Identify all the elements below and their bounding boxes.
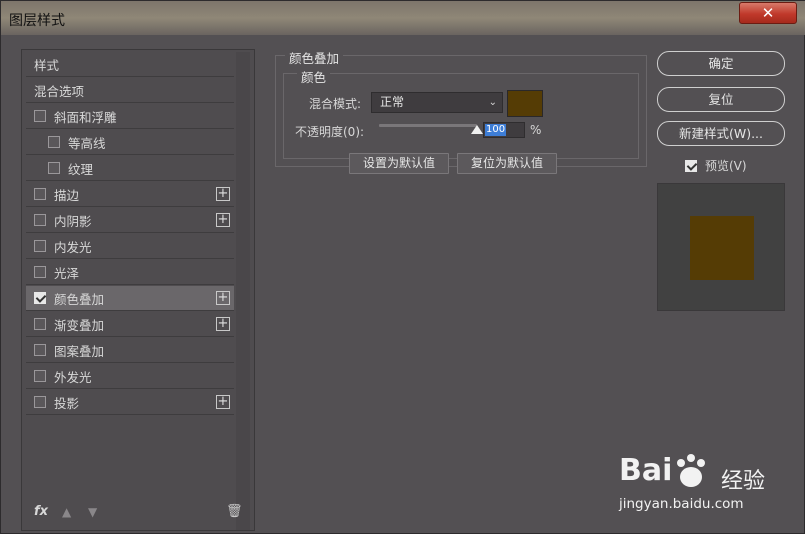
paw-icon (677, 454, 705, 487)
style-preview (657, 183, 785, 311)
window-title: 图层样式 (9, 13, 65, 29)
opacity-slider-thumb[interactable] (471, 125, 483, 134)
close-button[interactable]: ✕ (739, 2, 797, 24)
style-list: 样式混合选项斜面和浮雕等高线纹理描边 + 内阴影 + 内发光光泽颜色叠加 + 渐变叠加 + 图案… (21, 49, 255, 531)
watermark-url: jingyan.baidu.com (619, 496, 744, 512)
style-checkbox[interactable] (48, 136, 60, 148)
move-up-icon[interactable]: ▲ (62, 505, 71, 519)
opacity-unit: % (530, 123, 542, 137)
style-checkbox[interactable] (34, 266, 46, 278)
add-effect-icon[interactable]: + (216, 317, 230, 331)
style-list-item[interactable]: 斜面和浮雕 (26, 104, 234, 129)
style-list-item[interactable]: 等高线 (26, 130, 234, 155)
style-checkbox[interactable] (34, 292, 46, 304)
blend-mode-value: 正常 (380, 95, 405, 109)
fx-icon[interactable]: fx (34, 504, 48, 519)
style-list-item[interactable]: 纹理 (26, 156, 234, 181)
set-default-button[interactable]: 设置为默认值 (349, 153, 449, 174)
add-effect-icon[interactable]: + (216, 213, 230, 227)
style-list-item[interactable]: 内发光 (26, 234, 234, 259)
opacity-slider-track[interactable] (379, 124, 477, 127)
preview-checkbox[interactable] (685, 159, 697, 172)
preview-toggle[interactable]: 预览(V) (685, 157, 747, 174)
style-list-item[interactable]: 样式 (26, 52, 234, 77)
style-list-item-label: 混合选项 (34, 83, 85, 99)
style-checkbox[interactable] (48, 162, 60, 174)
color-subgroup-title: 颜色 (297, 67, 331, 86)
style-list-item[interactable]: 渐变叠加 + (26, 312, 234, 337)
style-checkbox[interactable] (34, 318, 46, 330)
style-list-item[interactable]: 光泽 (26, 260, 234, 285)
move-down-icon[interactable]: ▼ (88, 505, 97, 519)
add-effect-icon[interactable]: + (216, 187, 230, 201)
baidu-watermark: Bai 经验 jingyan.baidu.com (613, 451, 803, 531)
watermark-logo-text: Bai (619, 453, 673, 488)
preview-swatch (690, 216, 754, 280)
style-list-item-label: 斜面和浮雕 (54, 109, 117, 125)
style-list-item-label: 外发光 (54, 369, 92, 385)
style-list-item-label: 内阴影 (54, 213, 92, 229)
add-effect-icon[interactable]: + (216, 395, 230, 409)
preview-label: 预览(V) (705, 159, 747, 173)
style-list-item-label: 内发光 (54, 239, 92, 255)
style-checkbox[interactable] (34, 240, 46, 252)
layer-style-dialog: 图层样式 ✕ 样式 混合选项 斜面和浮雕 等高线 纹理 描边 + 内阴影 + 内发光 光泽 颜色叠加 +… (0, 0, 805, 534)
style-list-scrollbar[interactable] (236, 52, 250, 530)
style-checkbox[interactable] (34, 370, 46, 382)
reset-button[interactable]: 复位 (657, 87, 785, 112)
style-list-item[interactable]: 图案叠加 (26, 338, 234, 363)
style-list-item-label: 等高线 (68, 135, 106, 151)
style-list-item-label: 投影 (54, 395, 80, 411)
opacity-value: 100 (485, 124, 507, 136)
style-list-item-label: 渐变叠加 (54, 317, 105, 333)
style-list-item[interactable]: 颜色叠加 + (26, 286, 234, 311)
style-list-item[interactable]: 描边 + (26, 182, 234, 207)
style-list-item[interactable]: 投影 + (26, 390, 234, 415)
new-style-button[interactable]: 新建样式(W)... (657, 121, 785, 146)
title-bar[interactable]: 图层样式 ✕ (1, 1, 805, 35)
style-list-footer: fx ▲ ▼ 🗑 (22, 496, 254, 530)
style-list-item-label: 描边 (54, 187, 80, 203)
style-list-item-label: 样式 (34, 57, 60, 73)
style-list-item-label: 图案叠加 (54, 343, 105, 359)
reset-default-button[interactable]: 复位为默认值 (457, 153, 557, 174)
trash-icon[interactable]: 🗑 (226, 504, 243, 519)
chevron-down-icon: ⌄ (488, 97, 497, 108)
style-list-item[interactable]: 内阴影 + (26, 208, 234, 233)
style-list-item-label: 纹理 (68, 161, 94, 177)
style-list-item-label: 颜色叠加 (54, 291, 105, 307)
style-list-item-label: 光泽 (54, 265, 80, 281)
color-subgroup (283, 73, 639, 159)
blend-mode-label: 混合模式: (309, 97, 362, 111)
style-list-item[interactable]: 外发光 (26, 364, 234, 389)
overlay-color-swatch[interactable] (507, 90, 543, 117)
style-list-item[interactable]: 混合选项 (26, 78, 234, 103)
opacity-input[interactable]: 100 (483, 122, 525, 138)
color-overlay-title: 颜色叠加 (285, 48, 344, 67)
style-checkbox[interactable] (34, 188, 46, 200)
add-effect-icon[interactable]: + (216, 291, 230, 305)
style-checkbox[interactable] (34, 214, 46, 226)
opacity-label: 不透明度(0): (295, 125, 365, 139)
style-checkbox[interactable] (34, 344, 46, 356)
blend-mode-select[interactable]: 正常 ⌄ (371, 92, 503, 113)
style-checkbox[interactable] (34, 396, 46, 408)
watermark-cn-text: 经验 (721, 469, 766, 494)
style-checkbox[interactable] (34, 110, 46, 122)
ok-button[interactable]: 确定 (657, 51, 785, 76)
